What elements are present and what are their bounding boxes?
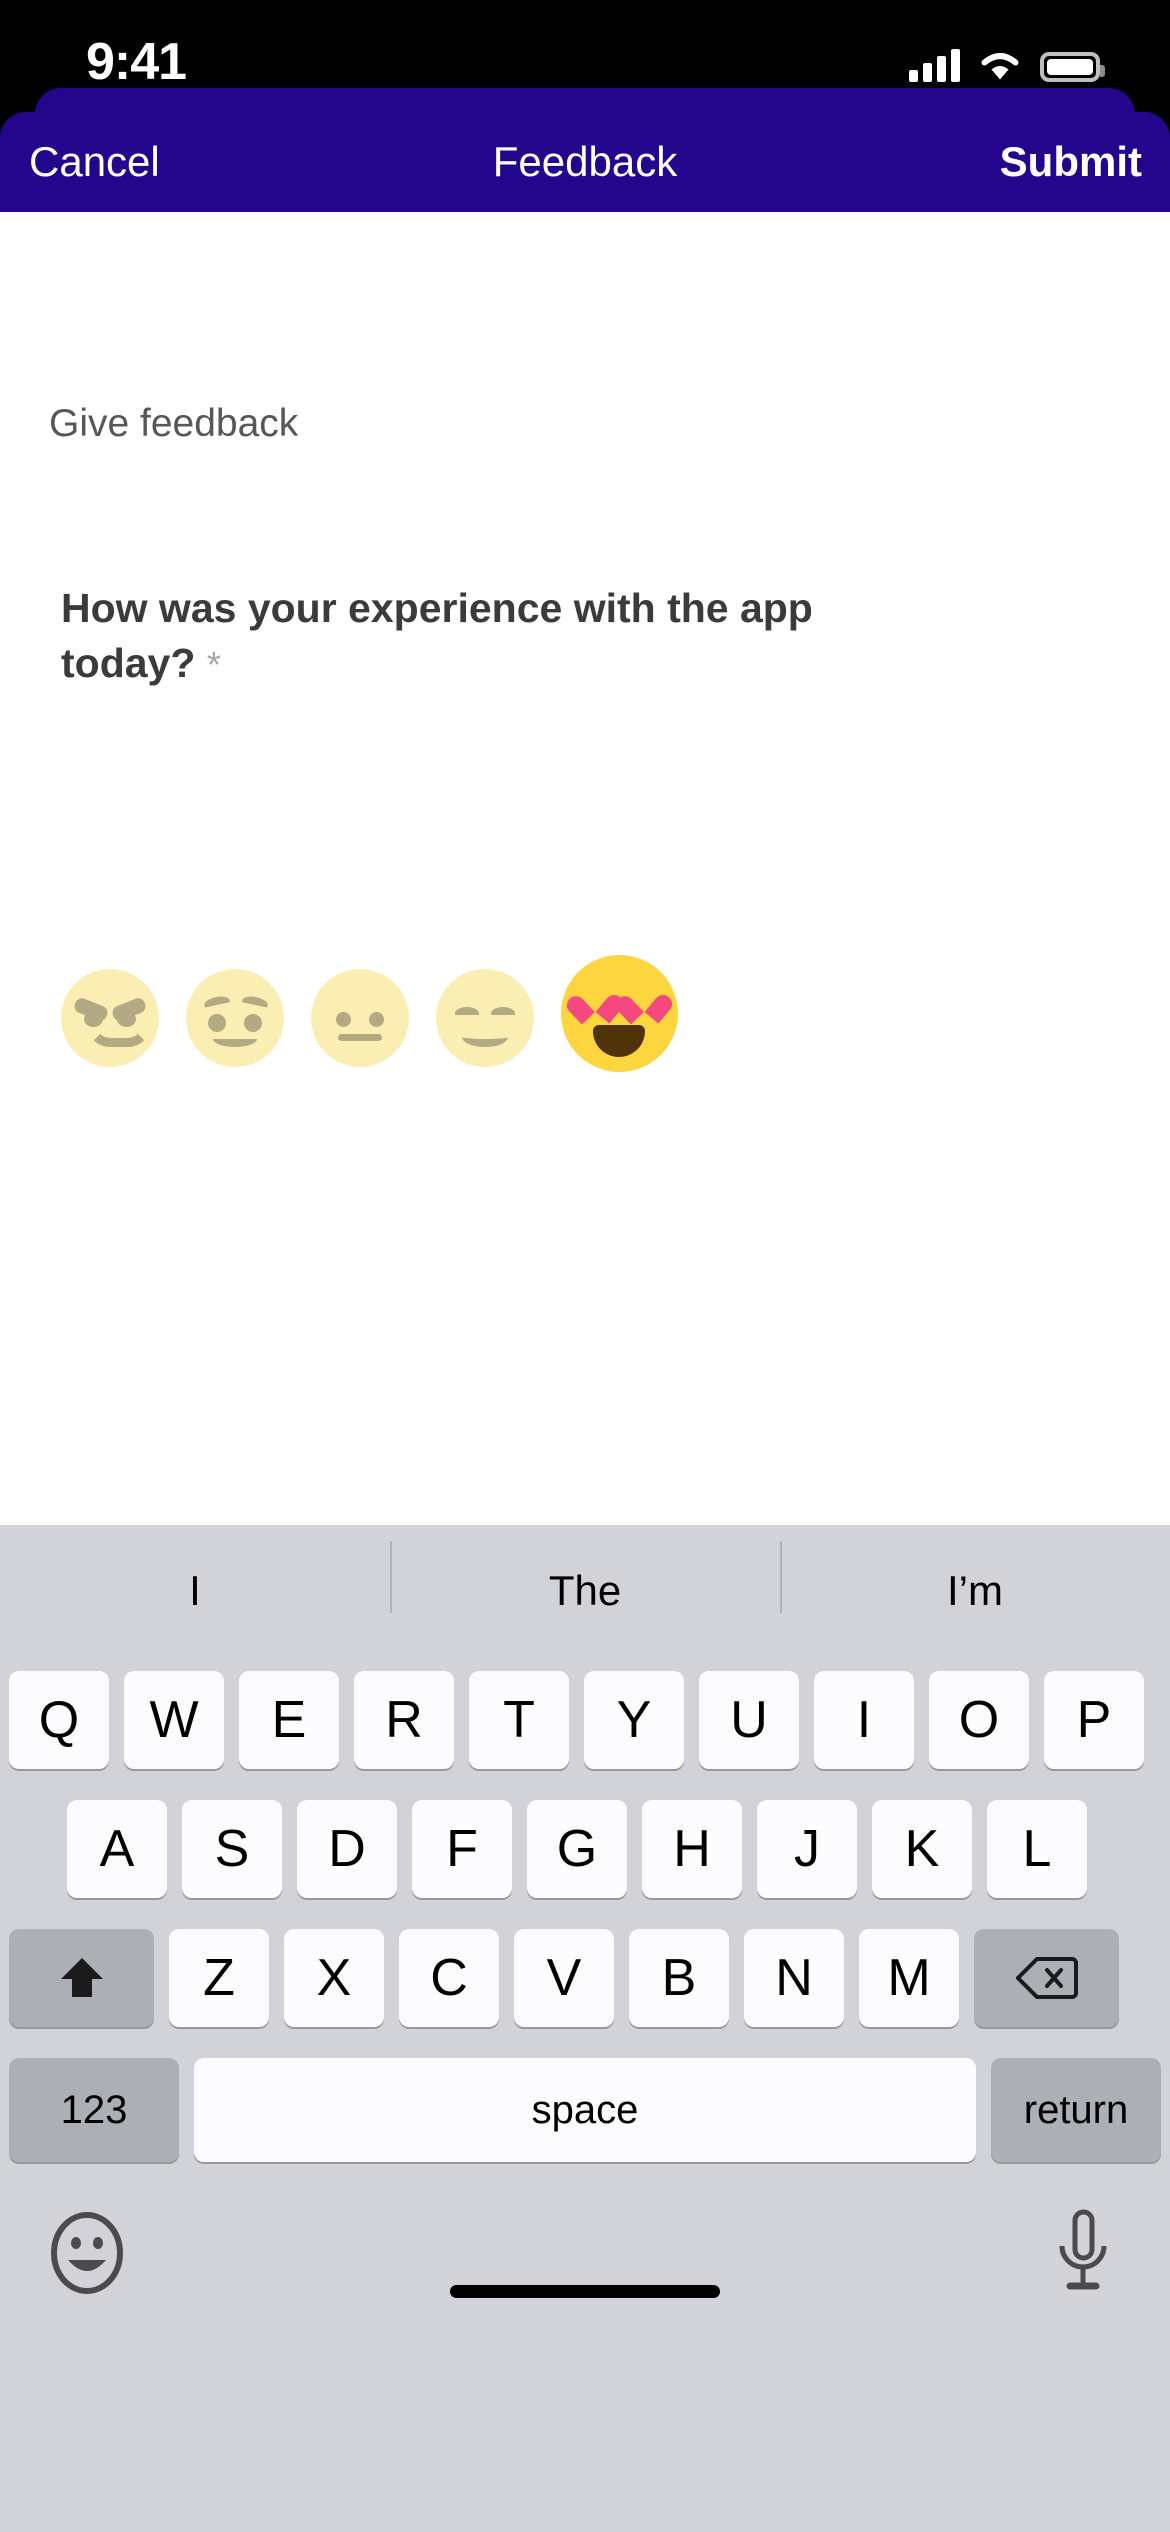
key-j[interactable]: J [757,1800,857,1898]
keyboard-bottom-bar [0,2190,1170,2320]
submit-button[interactable]: Submit [1000,138,1142,186]
key-e[interactable]: E [239,1671,339,1769]
prediction-2[interactable]: The [390,1541,780,1615]
key-r[interactable]: R [354,1671,454,1769]
question-1-label: How was your experience with the app tod… [61,581,941,690]
key-b[interactable]: B [629,1929,729,2027]
dictation-button[interactable] [1048,2206,1118,2303]
key-f[interactable]: F [412,1800,512,1898]
key-z[interactable]: Z [169,1929,269,2027]
key-p[interactable]: P [1044,1671,1144,1769]
question-1-text: How was your experience with the app tod… [61,585,813,686]
rating-option-angry[interactable] [61,969,186,1067]
key-s[interactable]: S [182,1800,282,1898]
key-w[interactable]: W [124,1671,224,1769]
page-title: Feedback [492,138,678,185]
microphone-icon [1059,2209,1107,2290]
heart-eyes-face-icon [561,955,678,1072]
key-g[interactable]: G [527,1800,627,1898]
key-d[interactable]: D [297,1800,397,1898]
key-o[interactable]: O [929,1671,1029,1769]
key-t[interactable]: T [469,1671,569,1769]
key-q[interactable]: Q [9,1671,109,1769]
rating-option-happy[interactable] [436,969,561,1067]
key-c[interactable]: C [399,1929,499,2027]
key-y[interactable]: Y [584,1671,684,1769]
happy-face-icon [436,969,534,1067]
home-indicator [450,2285,720,2298]
key-h[interactable]: H [642,1800,742,1898]
rating-option-sad[interactable] [186,969,311,1067]
neutral-face-icon [311,969,409,1067]
prediction-1[interactable]: I [0,1567,390,1615]
cellular-bars-icon [909,48,960,82]
emoji-face-icon [51,2212,123,2294]
rating-option-neutral[interactable] [311,969,436,1067]
backspace-key[interactable] [974,1929,1119,2027]
status-bar-indicators [909,42,1105,82]
status-bar-time: 9:41 [86,33,187,91]
backspace-icon [1015,1957,1078,1999]
navigation-bar: Cancel Feedback Submit [0,112,1170,212]
space-key[interactable]: space [194,2058,976,2162]
keyboard-row-4: 123 space return [0,2058,1170,2162]
on-screen-keyboard: I The I’m Q W E R T Y U I O P A S D F G … [0,1525,1170,2532]
key-k[interactable]: K [872,1800,972,1898]
key-u[interactable]: U [699,1671,799,1769]
rating-option-love[interactable] [561,955,686,1072]
shift-key[interactable] [9,1929,154,2027]
angry-face-icon [61,969,159,1067]
predictive-text-bar: I The I’m [0,1525,1170,1657]
section-label: Give feedback [49,402,299,445]
phone-screen: 9:41 Cancel Feedback Submit Give feedbac… [0,0,1170,2532]
key-m[interactable]: M [859,1929,959,2027]
shift-icon [60,1958,103,1997]
prediction-3[interactable]: I’m [780,1541,1170,1615]
question-1-required-marker: * [206,643,221,685]
keyboard-row-3: Z X C V B N M [0,1929,1170,2027]
form-content: Give feedback How was your experience wi… [0,212,1170,1525]
key-a[interactable]: A [67,1800,167,1898]
key-n[interactable]: N [744,1929,844,2027]
return-key[interactable]: return [991,2058,1161,2162]
key-x[interactable]: X [284,1929,384,2027]
wifi-icon [978,48,1022,82]
keyboard-row-1: Q W E R T Y U I O P [0,1671,1170,1769]
key-v[interactable]: V [514,1929,614,2027]
battery-icon [1040,52,1105,82]
numbers-key[interactable]: 123 [9,2058,179,2162]
emoji-keyboard-button[interactable] [48,2210,126,2301]
keyboard-row-2: A S D F G H J K L [0,1800,1170,1898]
sad-face-icon [186,969,284,1067]
rating-emoji-row [61,955,686,1072]
key-l[interactable]: L [987,1800,1087,1898]
key-i[interactable]: I [814,1671,914,1769]
